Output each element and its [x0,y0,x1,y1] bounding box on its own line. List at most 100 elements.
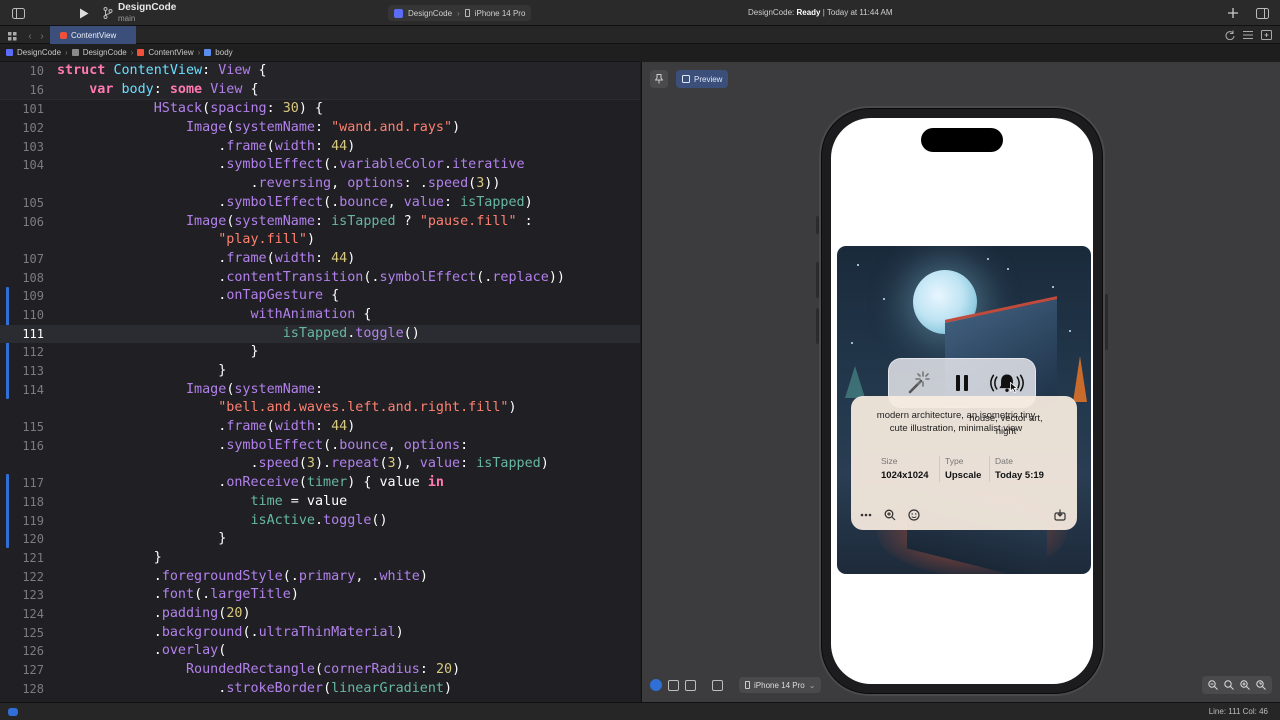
code-text: .frame(width: 44) [57,419,356,435]
code-text: .frame(width: 44) [57,250,356,266]
code-line[interactable]: 114 Image(systemName: [0,381,640,400]
code-line[interactable]: 103 .frame(width: 44) [0,138,640,157]
plus-icon[interactable] [1225,5,1241,21]
code-line[interactable]: 109 .onTapGesture { [0,287,640,400]
divider [939,456,940,482]
code-line[interactable]: 118 time = value [0,493,640,512]
editor-options-icon[interactable] [1240,27,1256,43]
selectable-mode-icon[interactable] [668,679,679,691]
code-line[interactable]: 124 .padding(20) [0,605,640,624]
image-info-card: modern architecture, an isometric tiny c… [851,396,1077,530]
breadcrumb-item[interactable]: DesignCode [17,48,61,57]
code-text: "bell.and.waves.left.and.right.fill") [218,400,517,416]
code-line[interactable]: 102 Image(systemName: "wand.and.rays") [0,119,640,138]
add-editor-icon[interactable] [1258,27,1274,43]
artwork-image: modern architecture, an isometric tiny c… [837,246,1091,574]
code-line[interactable]: "play.fill") [0,231,640,250]
code-line[interactable]: 121 } [0,549,640,568]
code-line[interactable]: "bell.and.waves.left.and.right.fill") [0,399,640,418]
pin-icon[interactable] [650,70,668,88]
zoom-actual-icon[interactable] [1254,678,1268,692]
chevron-right-icon: › [457,8,460,18]
status-bar: Line: 111 Col: 46 [0,702,1280,720]
code-line[interactable]: 117 .onReceive(timer) { value in [0,474,640,549]
code-line[interactable]: 128 .strokeBorder(linearGradient) [0,680,640,699]
preview-button[interactable]: Preview [676,70,729,88]
code-line[interactable]: .speed(3).repeat(3), value: isTapped) [0,455,640,474]
scheme-icon [394,8,403,18]
code-line[interactable]: 125 .background(.ultraThinMaterial) [0,624,640,643]
code-line[interactable]: 116 .symbolEffect(.bounce, options: [0,437,640,456]
code-line[interactable]: .reversing, options: .speed(3)) [0,175,640,194]
star [987,258,989,260]
refresh-icon[interactable] [1222,27,1238,43]
code-line[interactable]: 107 .frame(width: 44) [0,250,640,269]
swift-file-icon [60,31,67,39]
code-line[interactable]: 119 isActive.toggle() [0,512,640,531]
ellipsis-icon[interactable] [857,506,875,524]
breadcrumb-item[interactable]: DesignCode [83,48,127,57]
pause-icon[interactable] [945,366,979,400]
code-line[interactable]: 112 } [0,343,640,362]
code-line[interactable]: 110 withAnimation { [0,306,640,325]
code-text: .reversing, options: .speed(3)) [57,176,501,192]
bell-and-waves-icon[interactable] [989,366,1024,400]
debug-area-toggle-icon[interactable] [8,708,18,716]
code-line[interactable]: 10 struct ContentView: View { [0,62,640,81]
code-line[interactable]: 108 .contentTransition(.symbolEffect(.re… [0,269,640,288]
code-text: .foregroundStyle(.primary, .white) [57,568,428,584]
preview-canvas[interactable]: Preview modern architecture, an isometri… [641,62,1280,702]
line-number: 118 [22,494,44,509]
code-text: struct ContentView: View { [57,63,267,78]
sidebar-icon[interactable] [10,5,26,21]
code-line[interactable]: 105 .symbolEffect(.bounce, value: isTapp… [0,194,640,213]
chevron-right-icon: › [65,48,68,57]
code-line[interactable]: 106 Image(systemName: isTapped ? "pause.… [0,213,640,232]
size-field: Size 1024x1024 [881,456,929,481]
code-line[interactable]: 122 .foregroundStyle(.primary, .white) [0,568,640,587]
split-view-icon[interactable] [1254,5,1270,21]
code-line[interactable]: 101 HStack(spacing: 30) { [0,100,640,119]
scheme-selector[interactable]: DesignCode › iPhone 14 Pro [388,5,532,21]
zoom-fit-icon[interactable] [1222,678,1236,692]
zoom-out-icon[interactable] [1206,678,1220,692]
code-text: time = value [250,493,348,509]
tab-contentview[interactable]: ContentView [50,26,136,44]
code-text: withAnimation { [250,306,372,322]
line-number: 113 [22,364,44,378]
play-icon[interactable] [76,5,92,21]
smiley-icon[interactable] [905,506,923,524]
source-editor[interactable]: 10 struct ContentView: View { 16 var body… [0,62,640,702]
device-selector[interactable]: iPhone 14 Pro ⌄ [739,677,822,693]
line-number: 103 [22,139,44,154]
grid-icon[interactable] [4,28,20,44]
code-line[interactable]: 127 RoundedRectangle(cornerRadius: 20) [0,661,640,680]
star [883,298,885,300]
code-line[interactable]: 113 } [0,362,640,381]
forward-arrow-icon[interactable]: › [34,28,50,44]
breadcrumb-item[interactable]: body [215,48,232,57]
code-line[interactable]: 120 } [0,530,640,549]
code-line[interactable]: 123 .font(.largeTitle) [0,586,640,605]
current-code-line[interactable]: 111 isTapped.toggle() [0,324,640,344]
code-text: } [57,344,259,360]
breadcrumb: DesignCode › DesignCode › ContentView › … [0,44,640,62]
code-line[interactable]: 16 var body: some View { [0,81,640,100]
zoom-in-icon[interactable] [1238,678,1252,692]
chevron-right-icon: › [130,48,134,57]
code-text: HStack(spacing: 30) { [153,101,324,117]
zoom-icon[interactable] [881,506,899,524]
code-line[interactable]: 104 .symbolEffect(.variableColor.iterati… [0,156,640,175]
live-mode-icon[interactable] [650,679,662,691]
device-screen[interactable]: modern architecture, an isometric tiny c… [831,118,1093,684]
line-number: 117 [22,476,44,491]
variants-icon[interactable] [685,679,696,691]
download-icon[interactable] [1051,506,1069,524]
code-line[interactable]: 115 .frame(width: 44) [0,418,640,437]
wand-and-rays-icon[interactable] [900,366,934,400]
breadcrumb-item[interactable]: ContentView [148,48,193,57]
device-settings-icon[interactable] [712,679,723,691]
code-line[interactable]: 126 .overlay( [0,642,640,661]
code-text: Image(systemName: isTapped ? "pause.fill… [186,213,533,229]
star [851,342,853,344]
